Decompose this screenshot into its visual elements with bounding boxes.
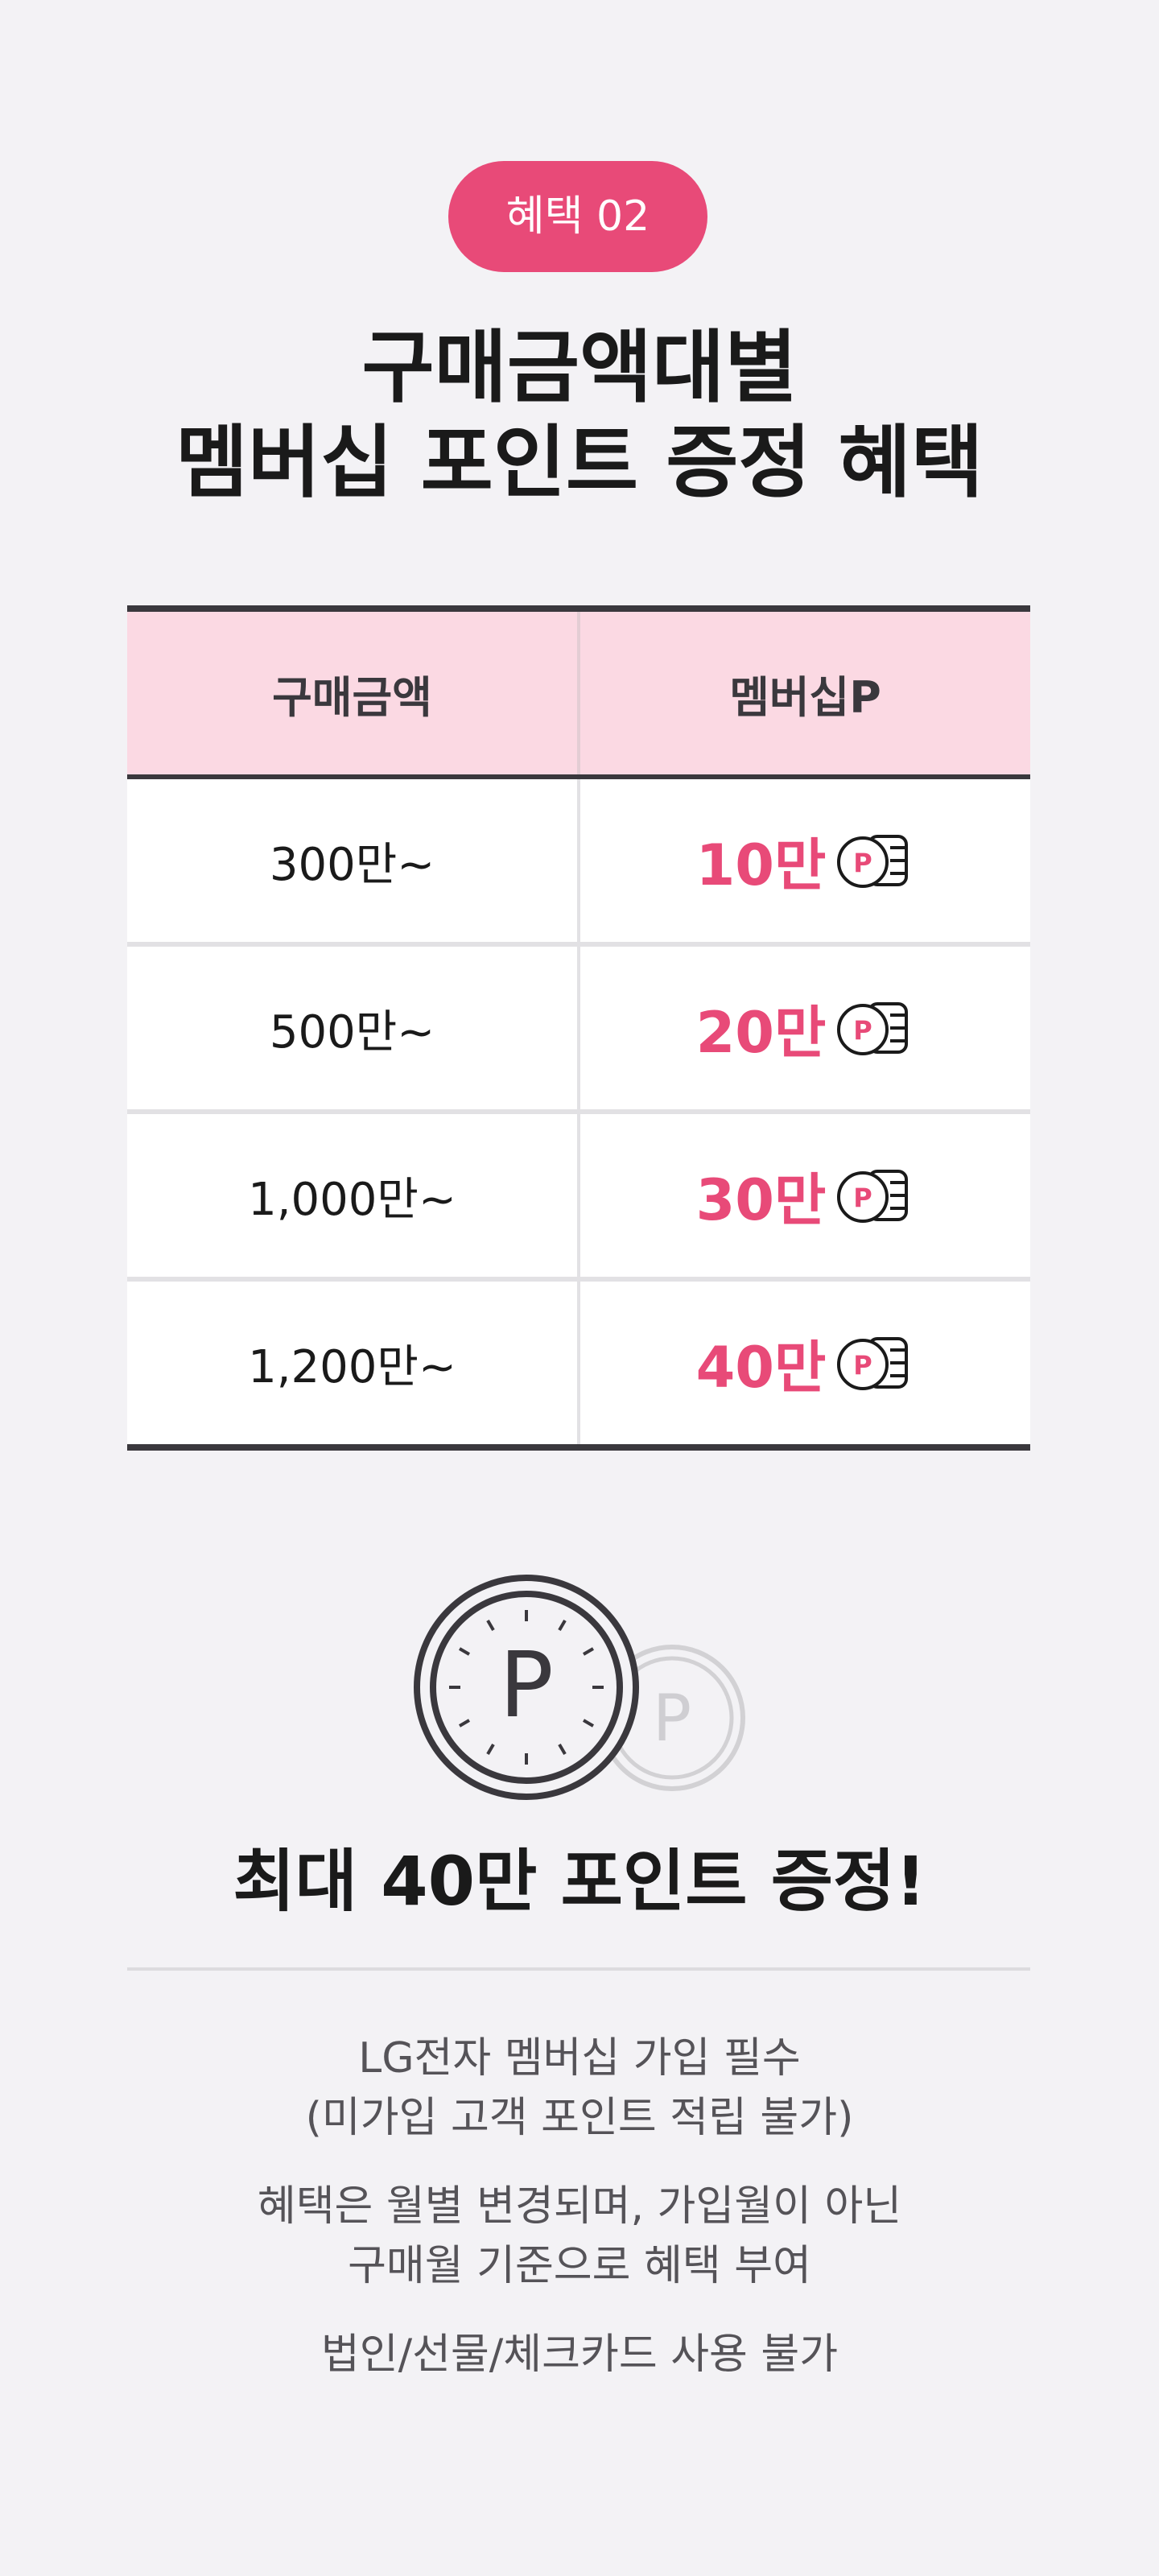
header-purchase-amount: 구매금액	[272, 671, 432, 723]
table-header: 구매금액 멤버십P	[127, 612, 1030, 779]
front-coin: P	[414, 1575, 639, 1800]
table-row: 500만~ 20만 P	[127, 942, 1030, 1109]
points-table: 구매금액 멤버십P 300만~ 10만 P 500만~ 20만 P 1,000만…	[127, 605, 1030, 1451]
point-coins-icon: P P	[414, 1575, 745, 1800]
table-row: 300만~ 10만 P	[127, 779, 1030, 942]
point-coin-stack-icon: P	[837, 1337, 909, 1390]
note-non-member-excluded: (미가입 고객 포인트 적립 불가)	[305, 2094, 854, 2142]
front-coin-symbol: P	[499, 1633, 554, 1738]
points-value: 40만	[695, 1334, 827, 1401]
note-monthly-change: 혜택은 월별 변경되며, 가입월이 아닌	[257, 2182, 902, 2231]
table-row: 1,000만~ 30만 P	[127, 1109, 1030, 1277]
back-coin-symbol: P	[653, 1681, 691, 1756]
purchase-amount-cell: 500만~	[269, 1005, 435, 1059]
points-cell: 40만 P	[577, 1282, 1030, 1444]
svg-text:P: P	[854, 1183, 872, 1213]
points-cell: 20만 P	[577, 947, 1030, 1109]
point-coin-stack-icon: P	[837, 835, 909, 888]
svg-text:P: P	[854, 848, 872, 878]
headline-line-2: 멤버십 포인트 증정 혜택	[175, 417, 984, 509]
table-row: 1,200만~ 40만 P	[127, 1277, 1030, 1444]
note-card-restriction: 법인/선물/체크카드 사용 불가	[320, 2330, 839, 2379]
header-membership-points: 멤버십P	[577, 612, 1030, 774]
svg-text:P: P	[854, 1350, 872, 1381]
svg-text:P: P	[854, 1015, 872, 1046]
point-coin-stack-icon: P	[837, 1002, 909, 1055]
points-value: 10만	[695, 832, 827, 898]
purchase-amount-cell: 1,200만~	[248, 1340, 456, 1393]
divider	[127, 1967, 1030, 1971]
point-coin-stack-icon: P	[837, 1170, 909, 1223]
purchase-amount-cell: 1,000만~	[248, 1173, 456, 1226]
benefit-badge: 혜택 02	[448, 161, 707, 272]
points-cell: 10만 P	[577, 779, 1030, 942]
headline-line-1: 구매금액대별	[361, 322, 798, 414]
points-value: 20만	[695, 999, 827, 1066]
note-purchase-month-basis: 구매월 기준으로 혜택 부여	[348, 2242, 811, 2290]
summary-headline: 최대 40만 포인트 증정!	[233, 1842, 926, 1921]
points-value: 30만	[695, 1166, 827, 1233]
points-cell: 30만 P	[577, 1114, 1030, 1277]
purchase-amount-cell: 300만~	[269, 838, 435, 891]
note-membership-required: LG전자 멤버십 가입 필수	[358, 2034, 801, 2083]
